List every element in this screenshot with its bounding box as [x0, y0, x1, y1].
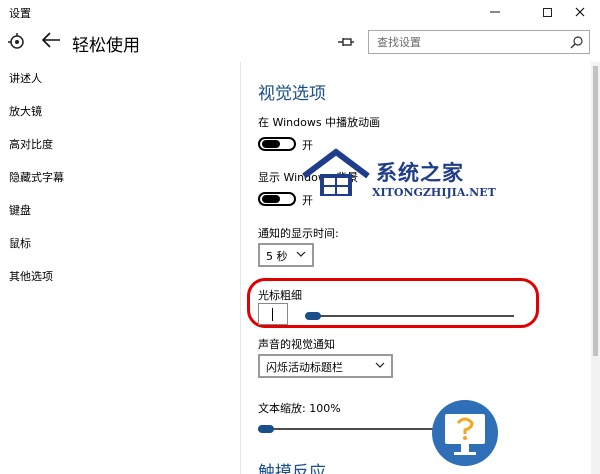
- play-animations-label: 在 Windows 中播放动画: [258, 116, 381, 129]
- scrollbar-thumb[interactable]: [593, 66, 598, 356]
- page-title: 轻松使用: [72, 36, 140, 56]
- search-icon[interactable]: [570, 35, 584, 49]
- house-logo-icon: [302, 148, 370, 196]
- minimize-icon: [490, 11, 500, 13]
- notification-time-label: 通知的显示时间:: [258, 227, 339, 240]
- sidebar-item-keyboard[interactable]: 键盘: [9, 202, 31, 218]
- cursor-thickness-label: 光标粗细: [258, 289, 302, 302]
- close-button[interactable]: [558, 0, 600, 24]
- watermark-cn-text: 系统之家: [376, 161, 464, 185]
- notification-time-dropdown[interactable]: 5 秒: [258, 243, 314, 267]
- visual-sound-dropdown[interactable]: 闪烁活动标题栏: [258, 354, 393, 378]
- visual-sound-label: 声音的视觉通知: [258, 338, 335, 351]
- cursor-preview-bar: [272, 308, 273, 321]
- cursor-thickness-slider-thumb[interactable]: [305, 312, 321, 320]
- watermark-cn-text: 知识屋: [504, 417, 583, 446]
- text-scaling-label: 文本缩放: 100%: [258, 402, 341, 415]
- sidebar-nav: 讲述人 放大镜 高对比度 隐藏式字幕 键盘 鼠标 其他选项: [0, 62, 240, 474]
- toggle-knob: [262, 140, 280, 148]
- toggle-knob: [262, 195, 280, 203]
- sidebar-item-narrator[interactable]: 讲述人: [9, 70, 42, 86]
- sidebar-item-high-contrast[interactable]: 高对比度: [9, 136, 53, 152]
- search-input[interactable]: [369, 31, 569, 53]
- back-button[interactable]: [40, 30, 66, 52]
- watermark-en-text: XITONGZHIJIA.NET: [372, 186, 496, 199]
- watermark-xitongzhijia: 系统之家 XITONGZHIJIA.NET: [302, 146, 522, 206]
- sidebar-item-mouse[interactable]: 鼠标: [9, 235, 31, 251]
- show-background-toggle[interactable]: [258, 192, 296, 206]
- back-arrow-icon: [41, 32, 60, 48]
- window-title: 设置: [9, 7, 31, 20]
- cursor-thickness-slider-track[interactable]: [307, 315, 514, 317]
- pin-icon[interactable]: [336, 34, 356, 50]
- section-title-visual-options: 视觉选项: [258, 84, 326, 104]
- minimize-button[interactable]: [473, 0, 517, 24]
- title-bar: 设置: [0, 0, 600, 24]
- cursor-thickness-highlight: [247, 278, 539, 328]
- visual-sound-value: 闪烁活动标题栏: [266, 361, 343, 374]
- notification-time-value: 5 秒: [266, 250, 288, 263]
- watermark-zhishiwu: 知识屋 zhishiwu.com: [424, 392, 600, 474]
- watermark-en-text: zhishiwu.com: [520, 446, 588, 457]
- search-box[interactable]: [368, 30, 590, 54]
- settings-header: 轻松使用: [0, 24, 600, 62]
- cursor-preview: [258, 303, 288, 325]
- question-monitor-logo-icon: [432, 400, 498, 466]
- chevron-down-icon: [375, 362, 385, 368]
- chevron-down-icon: [296, 251, 306, 257]
- section-title-touch-feedback: 触摸反应: [258, 463, 326, 474]
- sidebar-item-closed-captions[interactable]: 隐藏式字幕: [9, 169, 64, 185]
- sidebar-item-magnifier[interactable]: 放大镜: [9, 103, 42, 119]
- text-scaling-slider-thumb[interactable]: [258, 425, 274, 433]
- play-animations-toggle[interactable]: [258, 137, 296, 151]
- close-icon: [575, 7, 585, 17]
- maximize-icon: [542, 7, 552, 17]
- sidebar-item-other-options[interactable]: 其他选项: [9, 268, 53, 284]
- ease-of-access-icon: [8, 33, 24, 49]
